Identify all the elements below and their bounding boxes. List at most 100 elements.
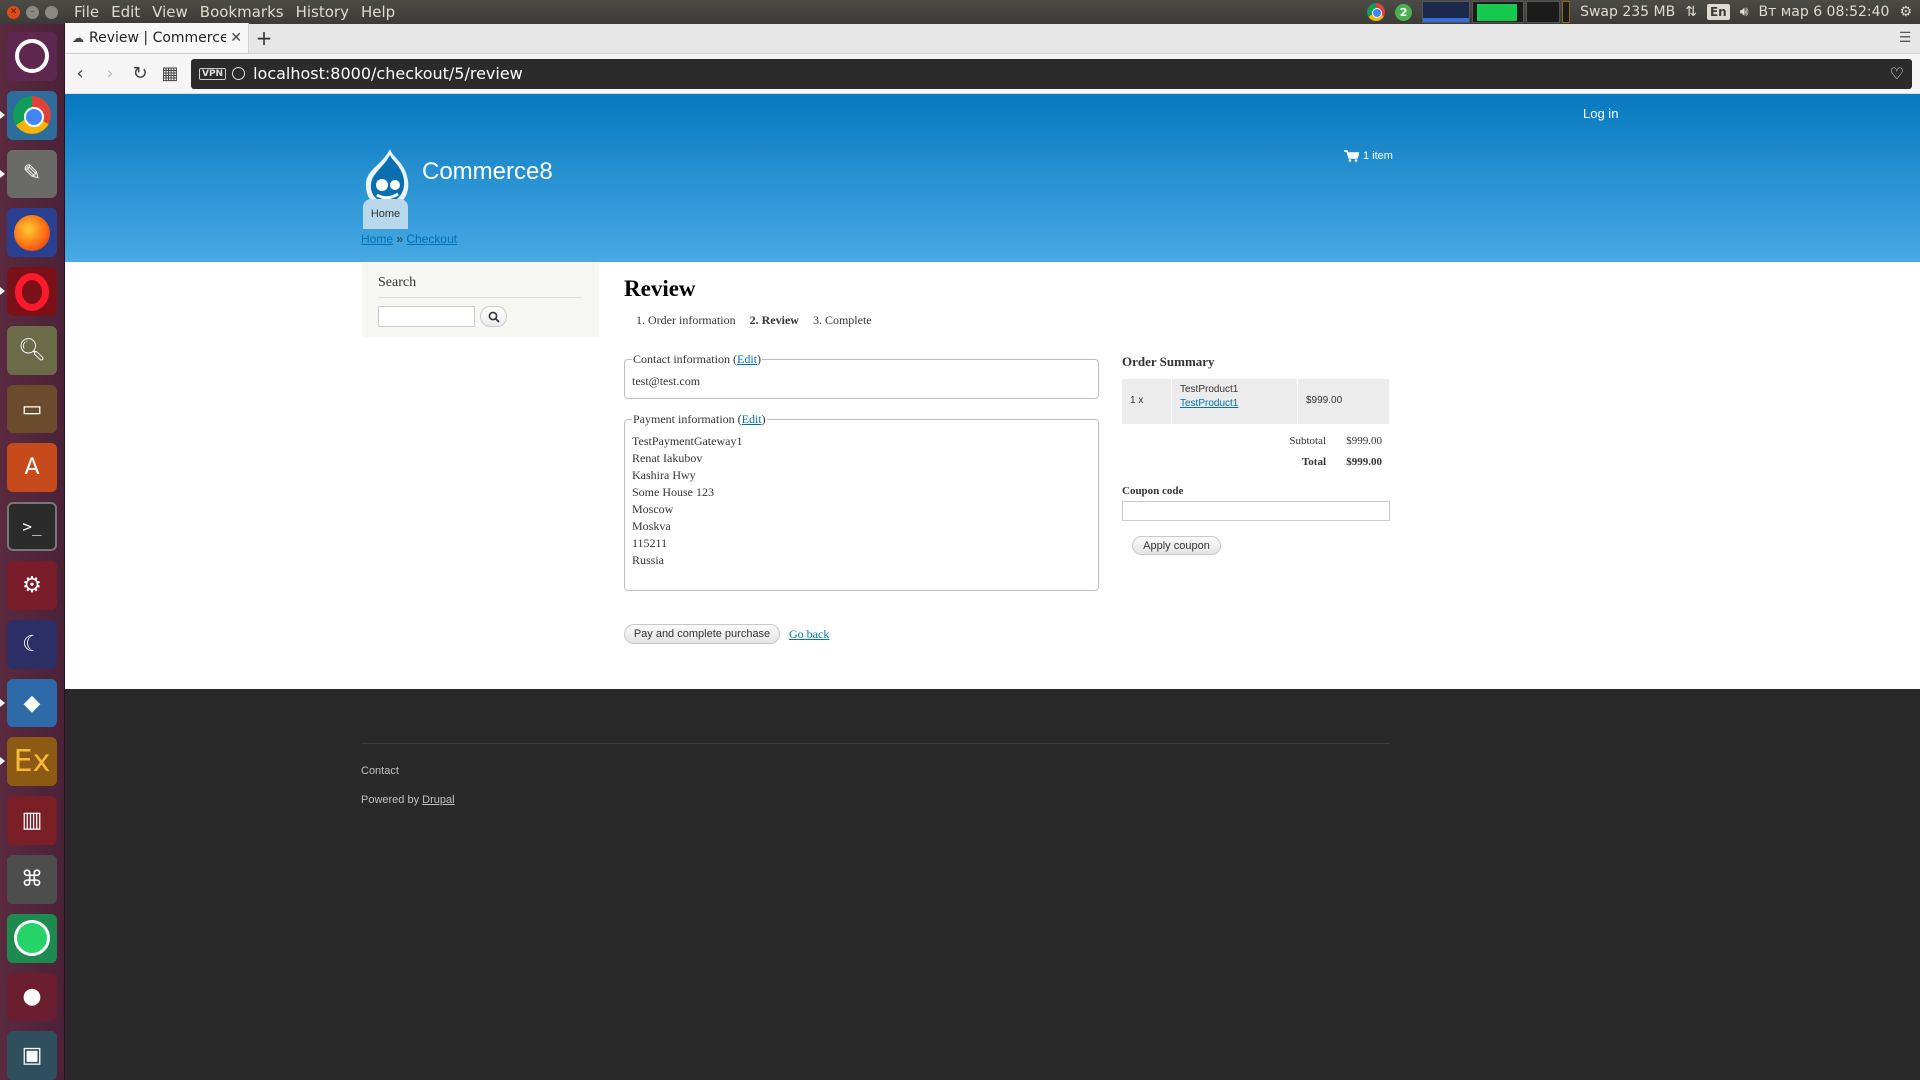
disk-graph: [1562, 1, 1571, 23]
red-app-icon[interactable]: ●: [7, 972, 57, 1022]
item-quantity: 1 x: [1122, 379, 1172, 424]
text-editor-icon[interactable]: ✎: [0, 149, 57, 199]
close-tab-icon[interactable]: ✕: [230, 30, 242, 46]
back-button[interactable]: ‹: [65, 59, 95, 89]
pay-and-complete-button[interactable]: Pay and complete purchase: [624, 624, 780, 644]
billing-name: Renat Iakubov: [632, 451, 703, 465]
coupon-code-input[interactable]: [1122, 501, 1390, 521]
billing-country: Russia: [632, 553, 665, 567]
billing-postal-code: 115211: [632, 536, 668, 550]
globe-icon: [232, 67, 246, 80]
nav-home-tab[interactable]: Home: [363, 199, 408, 229]
menu-help[interactable]: Help: [355, 0, 401, 24]
new-tab-button[interactable]: +: [249, 23, 279, 53]
billing-region: Moskva: [632, 519, 671, 533]
system-settings-icon[interactable]: ⚙: [7, 561, 57, 610]
forward-button[interactable]: ›: [95, 59, 125, 89]
step-review: 2. Review: [749, 313, 799, 327]
vpn-badge[interactable]: VPN: [199, 67, 227, 80]
contact-information-pane: Contact information (Edit) test@test.com: [624, 352, 1099, 399]
close-window-button[interactable]: ✕: [7, 5, 20, 19]
drupal-link[interactable]: Drupal: [422, 794, 454, 806]
swap-indicator[interactable]: Swap 235 MB: [1580, 4, 1675, 20]
step-order-information: 1. Order information: [636, 313, 736, 327]
maximize-window-button[interactable]: [45, 5, 58, 19]
ex-app-icon[interactable]: Ex: [0, 737, 57, 787]
step-complete: 3. Complete: [812, 313, 872, 327]
app-menubar: File Edit View Bookmarks History Help: [68, 0, 401, 24]
menu-file[interactable]: File: [68, 0, 105, 24]
software-center-icon[interactable]: A: [7, 443, 57, 493]
volume-icon[interactable]: 🔊︎: [1740, 4, 1749, 20]
site-name[interactable]: Commerce8: [422, 158, 553, 186]
menu-bookmarks[interactable]: Bookmarks: [194, 0, 290, 24]
item-price: $999.00: [1306, 395, 1343, 406]
minimize-window-button[interactable]: –: [26, 5, 39, 19]
keyboard-layout-indicator[interactable]: En: [1706, 4, 1730, 20]
billing-address: TestPaymentGateway1 Renat Iakubov Kashir…: [632, 427, 1091, 569]
top-panel: ✕ – File Edit View Bookmarks History Hel…: [0, 0, 1920, 24]
menu-edit[interactable]: Edit: [105, 0, 146, 24]
network-updown-icon[interactable]: ⇅: [1685, 4, 1697, 20]
image-viewer-icon[interactable]: 🔍︎: [7, 325, 57, 375]
billing-house: Some House 123: [632, 485, 714, 499]
network-graph: [1526, 1, 1561, 23]
go-back-link[interactable]: Go back: [789, 627, 829, 642]
virtualbox-icon[interactable]: ◆: [0, 678, 57, 728]
total-label: Total: [1301, 456, 1326, 468]
tab-menu-icon[interactable]: ☰: [1890, 23, 1920, 53]
gear-icon[interactable]: ⚙: [1899, 4, 1912, 20]
search-input[interactable]: [378, 306, 475, 327]
chrome-icon[interactable]: [0, 90, 57, 140]
network-icon[interactable]: ⌘: [7, 854, 57, 904]
cart-count: 1 item: [1363, 150, 1393, 162]
browser-toolbar: ‹ › ↻ ▦ VPN localhost:8000/checkout/5/re…: [65, 54, 1920, 94]
ubuntu-dash-icon[interactable]: [7, 32, 57, 81]
item-link[interactable]: TestProduct1: [1180, 398, 1238, 409]
order-summary-title: Order Summary: [1122, 354, 1215, 369]
night-mode-icon[interactable]: ☾: [7, 619, 57, 669]
payment-edit-link[interactable]: Edit: [742, 412, 762, 426]
billing-street: Kashira Hwy: [632, 468, 696, 482]
menu-history[interactable]: History: [290, 0, 355, 24]
menu-view[interactable]: View: [146, 0, 194, 24]
address-bar[interactable]: VPN localhost:8000/checkout/5/review ♡: [191, 58, 1912, 89]
drupal-favicon-icon: ☁: [72, 31, 84, 45]
opera-icon[interactable]: [0, 267, 57, 316]
files-icon[interactable]: ▭: [7, 384, 57, 434]
search-button[interactable]: [480, 306, 507, 327]
web-page: Log in Commerce8 1 item Home Home » Chec…: [65, 94, 1920, 1080]
memory-graph: [1472, 1, 1525, 23]
footer-divider: [361, 743, 1390, 744]
cart-link[interactable]: 1 item: [1344, 150, 1393, 162]
item-name: TestProduct1: [1180, 384, 1239, 395]
apply-coupon-button[interactable]: Apply coupon: [1132, 536, 1221, 555]
tab-review[interactable]: ☁ Review | Commerce8 ✕: [65, 23, 249, 53]
search-icon: [488, 311, 500, 323]
firefox-icon[interactable]: [7, 208, 57, 258]
chrome-tray-icon[interactable]: [1367, 3, 1386, 21]
reload-button[interactable]: ↻: [125, 59, 155, 89]
whatsapp-icon[interactable]: [7, 913, 57, 963]
heart-icon[interactable]: ♡: [1890, 64, 1904, 83]
system-monitor-graphs[interactable]: [1422, 1, 1571, 23]
contact-edit-link[interactable]: Edit: [737, 352, 757, 366]
total-value: $999.00: [1346, 456, 1382, 468]
book-reader-icon[interactable]: ▥: [7, 796, 57, 845]
url-text[interactable]: localhost:8000/checkout/5/review: [253, 64, 1890, 83]
breadcrumb-separator: »: [396, 232, 404, 246]
search-block-title: Search: [378, 275, 582, 298]
breadcrumb: Home » Checkout: [361, 232, 457, 246]
contact-email: test@test.com: [632, 374, 701, 388]
notification-badge[interactable]: 2: [1395, 3, 1413, 21]
coupon-code-label: Coupon code: [1122, 485, 1184, 497]
window-controls: ✕ –: [0, 5, 68, 19]
terminal-icon[interactable]: >_: [7, 502, 57, 552]
clock[interactable]: Вт мар 6 08:52:40: [1759, 4, 1890, 20]
login-link[interactable]: Log in: [1583, 106, 1618, 121]
speed-dial-icon[interactable]: ▦: [155, 59, 185, 89]
android-icon[interactable]: ▣: [7, 1031, 57, 1080]
breadcrumb-home[interactable]: Home: [361, 232, 393, 246]
footer-contact-link[interactable]: Contact: [361, 765, 399, 777]
breadcrumb-checkout[interactable]: Checkout: [406, 232, 457, 246]
